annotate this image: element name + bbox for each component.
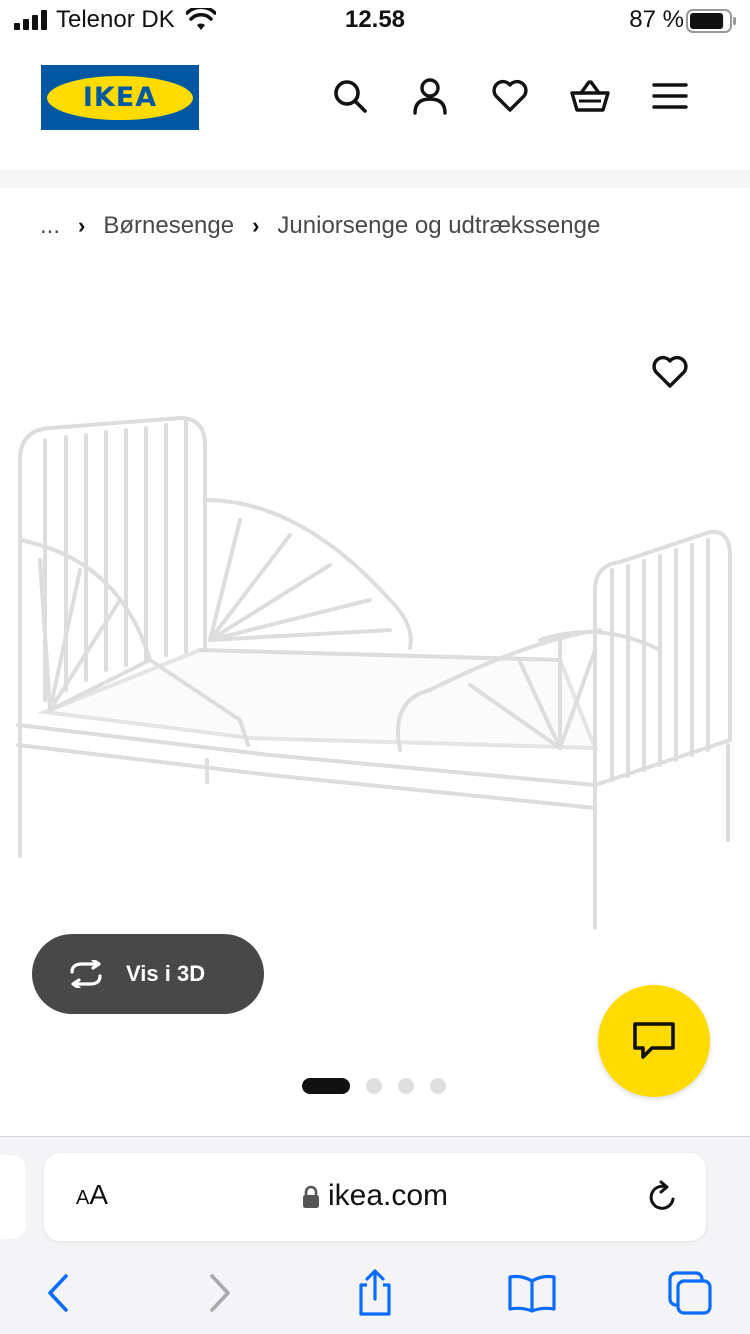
tabs-button[interactable]	[662, 1265, 718, 1321]
breadcrumb-item-juniorsenge[interactable]: Juniorsenge og udtrækssenge	[277, 212, 600, 240]
status-bar: Telenor DK 12.58 87 %	[0, 0, 750, 44]
previous-tab-preview[interactable]	[0, 1155, 26, 1239]
product-image[interactable]	[0, 280, 750, 940]
cart-button[interactable]	[568, 74, 612, 118]
browser-toolbar: AA ikea.com	[0, 1136, 750, 1334]
ikea-logo[interactable]: IKEA	[41, 65, 199, 130]
view-3d-button[interactable]: Vis i 3D	[32, 934, 264, 1014]
battery-icon	[686, 9, 736, 33]
search-button[interactable]	[328, 74, 372, 118]
breadcrumb-item-boernesenge[interactable]: Børnesenge	[103, 212, 234, 240]
header-divider	[0, 170, 750, 188]
chevron-right-icon	[210, 1274, 230, 1312]
site-header: IKEA	[0, 44, 750, 170]
account-icon	[413, 78, 447, 115]
reload-icon[interactable]	[642, 1177, 682, 1217]
account-button[interactable]	[408, 74, 452, 118]
menu-button[interactable]	[648, 74, 692, 118]
wishlist-button[interactable]	[488, 74, 532, 118]
logo-text: IKEA	[82, 82, 158, 113]
carousel-dot-4[interactable]	[430, 1078, 446, 1094]
lock-icon	[302, 1185, 319, 1209]
forward-button[interactable]	[192, 1265, 248, 1321]
view-3d-label: Vis i 3D	[126, 961, 206, 986]
heart-icon	[492, 79, 528, 112]
carousel-dot-1[interactable]	[302, 1078, 350, 1094]
cart-icon	[570, 80, 610, 112]
chevron-right-icon: ›	[252, 213, 260, 238]
chevron-left-icon	[48, 1274, 68, 1312]
image-carousel-indicator	[302, 1078, 462, 1094]
book-icon	[508, 1274, 556, 1313]
carousel-dot-3[interactable]	[398, 1078, 414, 1094]
share-icon	[359, 1269, 391, 1316]
share-button[interactable]	[347, 1265, 403, 1321]
logo-oval: IKEA	[47, 75, 193, 120]
url-display[interactable]: ikea.com	[44, 1179, 706, 1213]
bookmarks-button[interactable]	[504, 1265, 560, 1321]
search-icon	[334, 80, 367, 113]
tabs-icon	[668, 1271, 712, 1315]
heart-icon	[652, 355, 688, 388]
url-text: ikea.com	[327, 1179, 449, 1212]
address-bar[interactable]: AA ikea.com	[44, 1153, 706, 1241]
breadcrumb-ellipsis[interactable]: ...	[40, 212, 60, 240]
chat-button[interactable]	[598, 985, 710, 1097]
product-favorite-button[interactable]	[648, 350, 692, 394]
rotate-3d-icon	[70, 960, 102, 988]
breadcrumb: ... › Børnesenge › Juniorsenge og udtræk…	[40, 212, 600, 240]
chat-bubble-icon	[633, 1022, 675, 1059]
back-button[interactable]	[30, 1265, 86, 1321]
carousel-dot-2[interactable]	[366, 1078, 382, 1094]
chevron-right-icon: ›	[78, 213, 86, 238]
menu-icon	[652, 83, 688, 109]
battery-percentage: 87 %	[629, 6, 684, 33]
